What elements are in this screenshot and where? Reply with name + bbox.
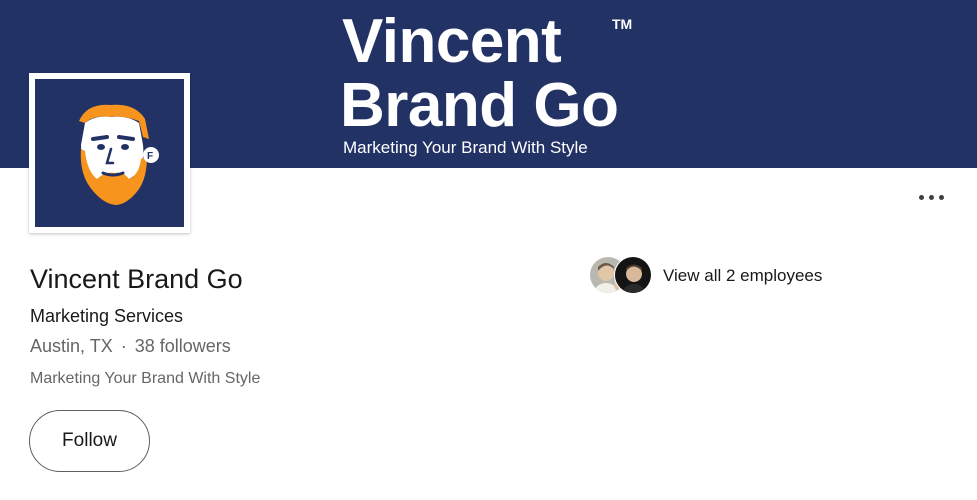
svg-text:F: F — [147, 151, 153, 162]
banner-brand-line2: Brand Go — [340, 71, 619, 140]
more-options-button[interactable] — [912, 186, 952, 210]
company-logo[interactable]: F — [29, 73, 190, 233]
meta-separator: · — [120, 336, 127, 356]
banner-tagline: Marketing Your Brand With Style — [343, 138, 588, 157]
ellipsis-icon-dot — [929, 195, 934, 200]
followers-count[interactable]: 38 followers — [135, 336, 231, 356]
banner-trademark: TM — [612, 16, 633, 32]
ellipsis-icon — [919, 195, 924, 200]
person-photo-icon — [615, 257, 651, 293]
company-logo-image: F — [35, 79, 184, 227]
view-employees-link[interactable]: View all 2 employees — [589, 256, 849, 296]
company-location: Austin, TX — [30, 336, 113, 356]
ellipsis-icon-dot — [939, 195, 944, 200]
follow-button[interactable]: Follow — [29, 410, 150, 472]
bearded-face-icon: F — [79, 104, 159, 205]
view-employees-label[interactable]: View all 2 employees — [663, 266, 822, 286]
employee-avatar — [614, 256, 652, 294]
company-name: Vincent Brand Go — [30, 264, 243, 294]
company-meta: Austin, TX · 38 followers — [30, 335, 231, 357]
company-tagline: Marketing Your Brand With Style — [30, 370, 261, 387]
company-page-card: Vincent TM Brand Go Marketing Your Brand… — [0, 0, 977, 500]
banner-brand-line1: Vincent — [342, 7, 562, 76]
company-industry: Marketing Services — [30, 306, 184, 326]
